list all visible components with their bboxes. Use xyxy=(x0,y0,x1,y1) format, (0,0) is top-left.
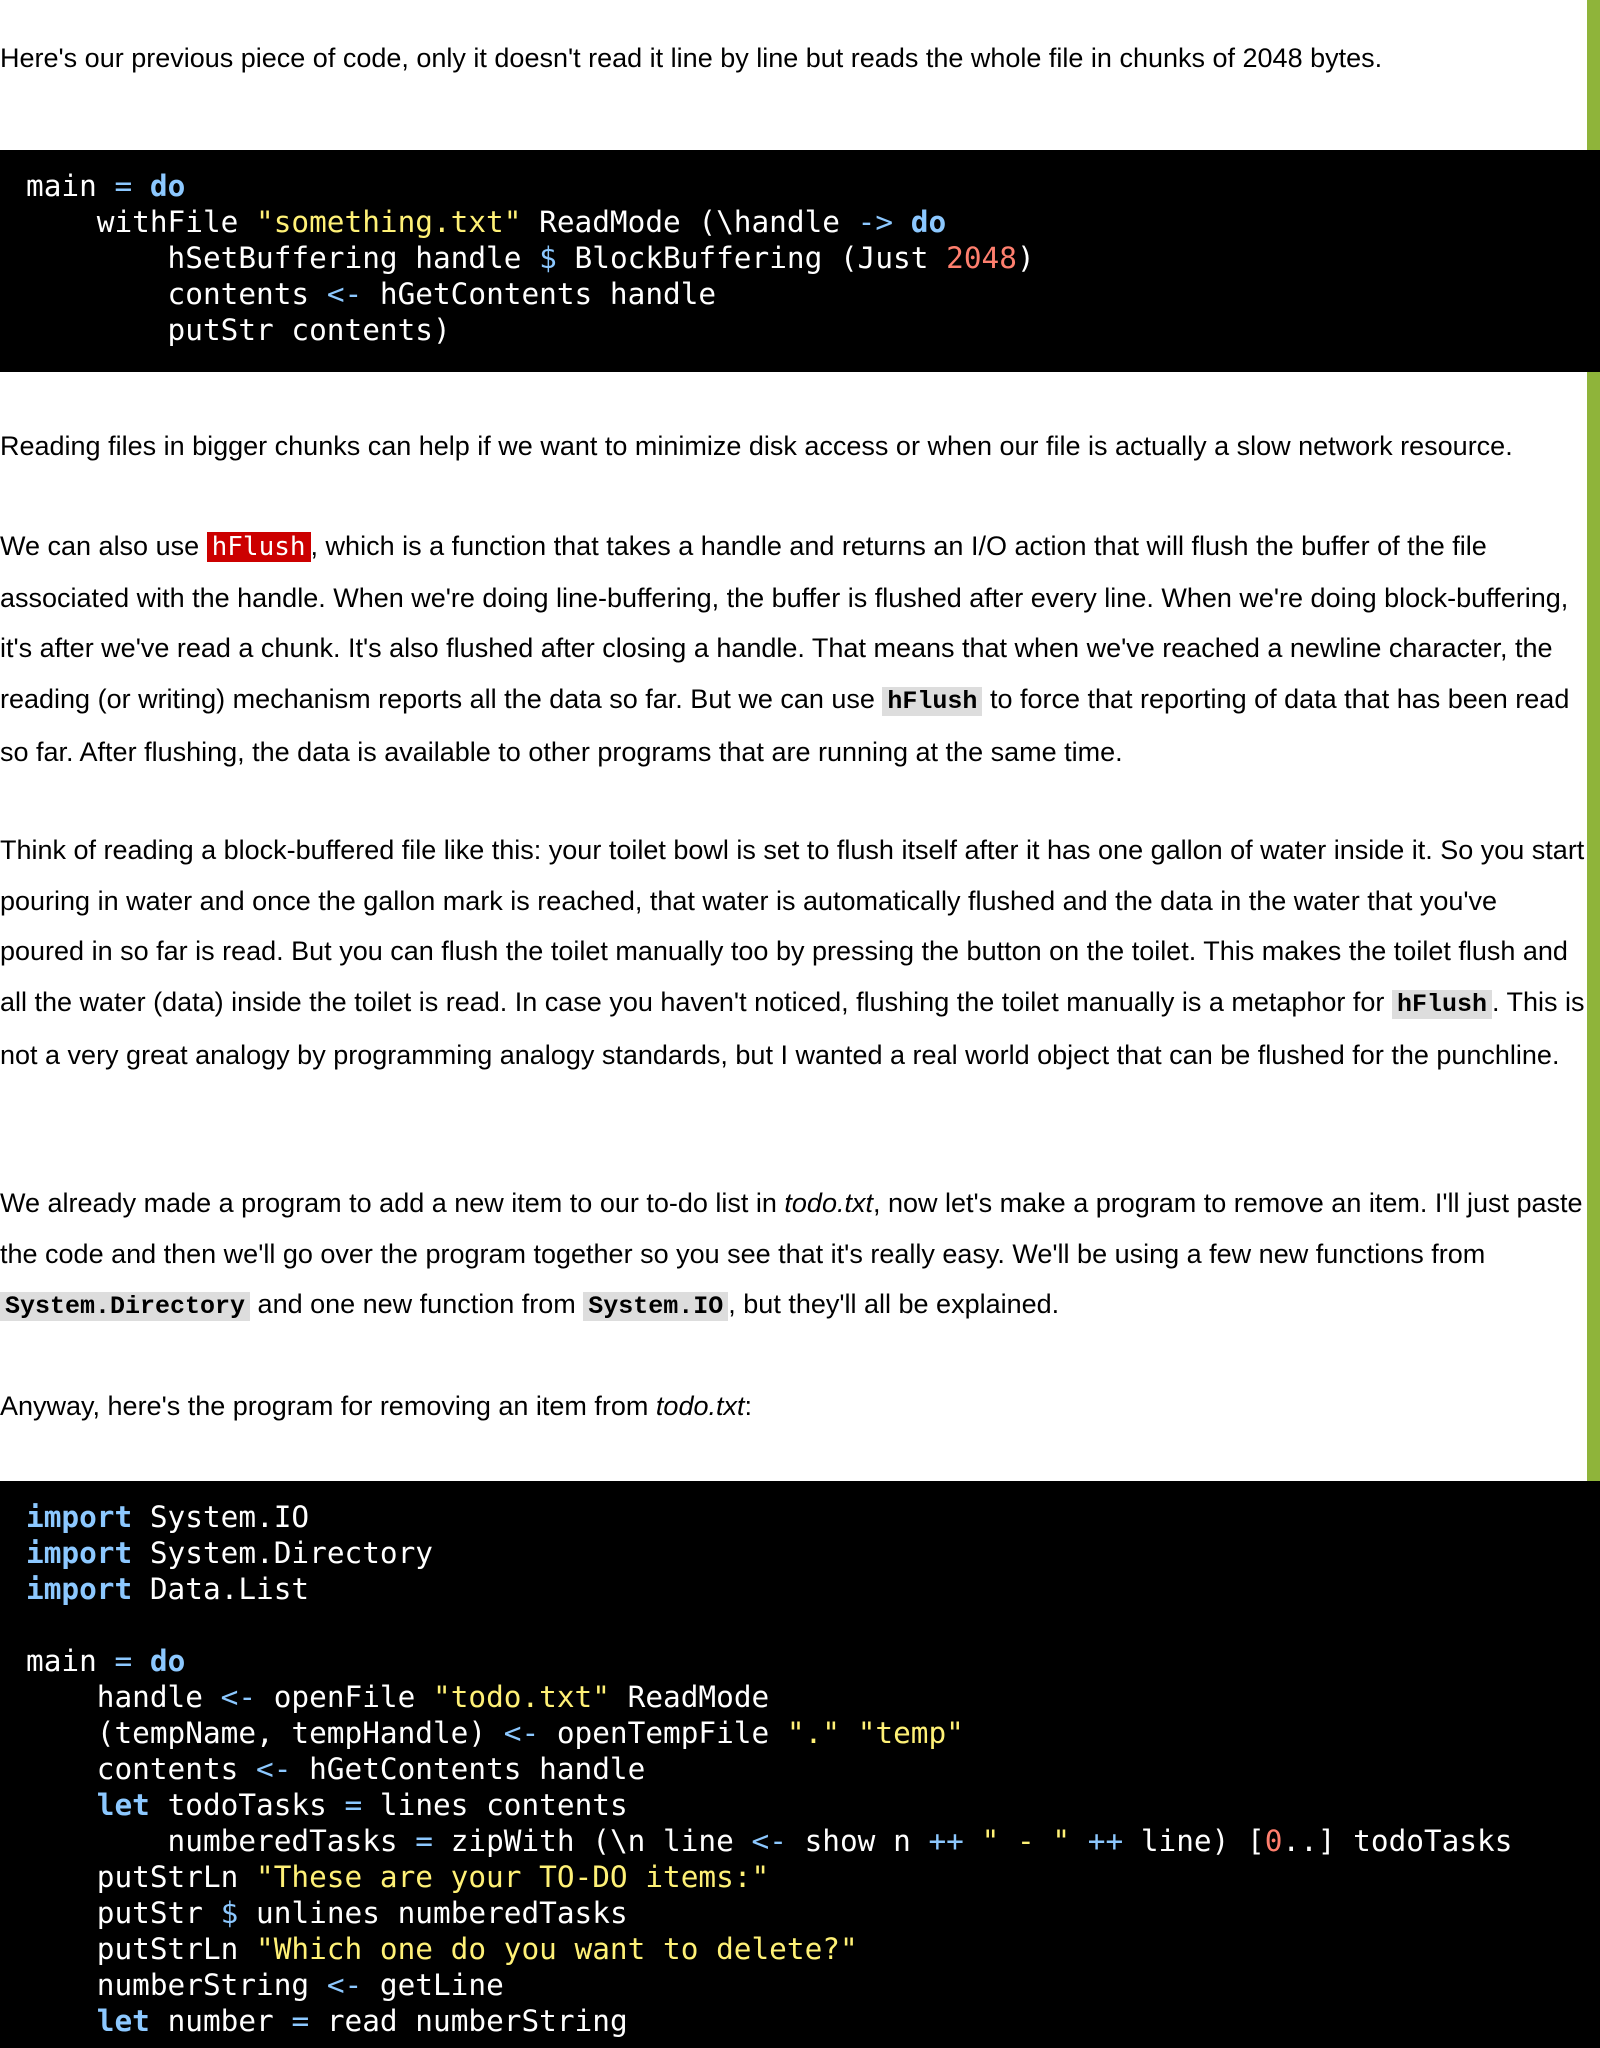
paragraph-intro: Here's our previous piece of code, only … xyxy=(0,43,1383,73)
code-block-delete-todo: import System.IO import System.Directory… xyxy=(0,1481,1600,2048)
paragraph-bigger-chunks: Reading files in bigger chunks can help … xyxy=(0,431,1513,461)
inline-code-hflush: hFlush xyxy=(882,686,983,716)
paragraph-toilet-analogy: Think of reading a block-buffered file l… xyxy=(0,835,1585,1070)
inline-code-system-directory: System.Directory xyxy=(0,1292,251,1321)
inline-code-hflush: hFlush xyxy=(1391,989,1492,1019)
code-block-buffering: main = do withFile "something.txt" ReadM… xyxy=(0,150,1600,372)
inline-code-system-io: System.IO xyxy=(583,1292,729,1321)
paragraph-hflush: We can also use hFlush, which is a funct… xyxy=(0,531,1570,767)
inline-code-hflush-highlighted: hFlush xyxy=(206,532,311,562)
paragraph-remove-program: Anyway, here's the program for removing … xyxy=(0,1391,752,1421)
paragraph-todo-intro: We already made a program to add a new i… xyxy=(0,1188,1583,1321)
